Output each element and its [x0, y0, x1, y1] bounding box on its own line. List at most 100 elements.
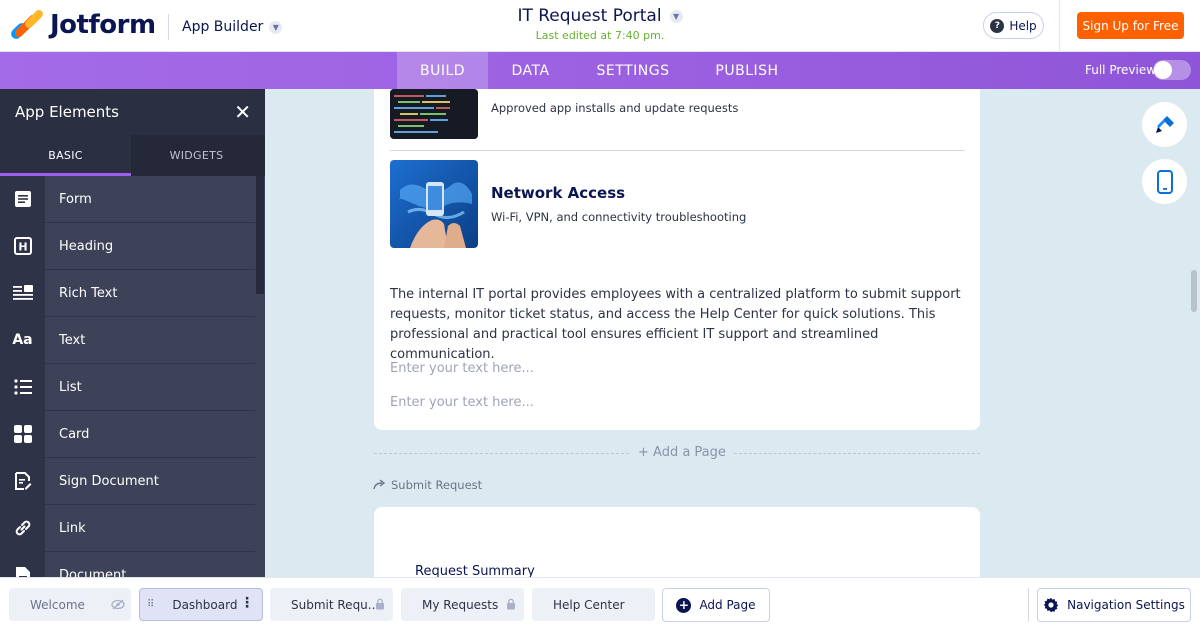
app-builder-dropdown[interactable]: App Builder ▼	[182, 19, 283, 35]
lock-icon	[507, 598, 515, 610]
paint-roller-icon	[1155, 115, 1174, 133]
panel-tabs: BASIC WIDGETS	[0, 135, 265, 176]
page-tab-welcome[interactable]: Welcome	[9, 588, 131, 621]
element-label: Rich Text	[45, 270, 265, 316]
network-access-thumbnail	[390, 160, 478, 248]
sign-up-button[interactable]: Sign Up for Free	[1077, 12, 1184, 39]
chevron-down-icon: ▼	[269, 20, 283, 34]
network-access-title: Network Access	[491, 184, 626, 202]
drag-handle-icon[interactable]: ⠿	[147, 599, 154, 610]
logo-text: Jotform	[50, 10, 156, 40]
text-placeholder[interactable]: Enter your text here...	[390, 395, 534, 410]
element-label: List	[45, 364, 265, 410]
page-tab-submit-request[interactable]: Submit Requ...	[270, 588, 393, 621]
add-a-page-divider[interactable]: + Add a Page	[374, 444, 980, 462]
rich-text-icon	[0, 270, 45, 316]
chevron-down-icon: ▼	[669, 9, 683, 23]
software-installation-thumbnail	[390, 89, 478, 139]
header-divider	[168, 14, 169, 40]
element-label: Sign Document	[45, 458, 265, 504]
lock-icon	[376, 598, 384, 610]
element-card[interactable]: Card	[0, 411, 265, 458]
pages-bar: Welcome ⠿ Dashboard ⋮ Submit Requ... My …	[0, 577, 1200, 627]
tab-settings[interactable]: SETTINGS	[573, 52, 693, 89]
app-elements-panel: App Elements ✕ BASIC WIDGETS Form H Head…	[0, 89, 265, 577]
page-link-label: Submit Request	[391, 478, 483, 492]
navigation-settings-label: Navigation Settings	[1067, 598, 1185, 612]
element-label: Text	[45, 317, 265, 363]
page-tab-label: Submit Requ...	[291, 597, 380, 612]
tab-build[interactable]: BUILD	[397, 52, 488, 89]
hidden-eye-icon	[111, 599, 125, 610]
jotform-logo[interactable]: Jotform	[9, 8, 156, 41]
element-list[interactable]: List	[0, 364, 265, 411]
designer-button[interactable]	[1142, 102, 1187, 147]
list-icon	[0, 364, 45, 410]
page-tab-help-center[interactable]: Help Center	[532, 588, 655, 621]
header-divider	[1059, 0, 1060, 52]
element-rich-text[interactable]: Rich Text	[0, 270, 265, 317]
plus-icon: +	[676, 597, 692, 613]
add-page-label: Add Page	[699, 598, 756, 612]
tab-basic[interactable]: BASIC	[0, 135, 131, 176]
page-tab-dashboard[interactable]: ⠿ Dashboard ⋮	[139, 588, 263, 621]
more-options-icon[interactable]: ⋮	[240, 595, 254, 611]
sign-document-icon	[0, 458, 45, 504]
arrow-right-icon	[373, 479, 386, 490]
element-label: Card	[45, 411, 265, 457]
help-label: Help	[1009, 18, 1037, 33]
page-tab-label: Dashboard	[172, 597, 238, 612]
navigation-settings-button[interactable]: Navigation Settings	[1037, 588, 1191, 622]
page-card-dashboard[interactable]	[374, 89, 980, 430]
text-icon: Aa	[0, 317, 45, 363]
app-builder-label: App Builder	[182, 19, 264, 35]
link-icon	[0, 505, 45, 551]
toggle-knob	[1154, 61, 1172, 79]
element-text[interactable]: Aa Text	[0, 317, 265, 364]
mobile-phone-icon	[1156, 169, 1173, 194]
element-form[interactable]: Form	[0, 176, 265, 223]
builder-tabs-bar: BUILD DATA SETTINGS PUBLISH	[0, 52, 1200, 89]
page-tab-label: Help Center	[553, 597, 625, 612]
top-header: Jotform App Builder ▼ IT Request Portal …	[0, 0, 1200, 52]
panel-scrollbar-thumb[interactable]	[256, 176, 264, 294]
help-icon: ?	[990, 18, 1005, 33]
element-heading[interactable]: H Heading	[0, 223, 265, 270]
element-label: Form	[45, 176, 265, 222]
app-title: IT Request Portal	[517, 6, 662, 26]
heading-icon: H	[0, 223, 45, 269]
page-tab-label: My Requests	[422, 597, 499, 612]
page-tab-my-requests[interactable]: My Requests	[401, 588, 524, 621]
jotform-logo-icon	[9, 8, 45, 41]
text-placeholder[interactable]: Enter your text here...	[390, 361, 534, 376]
page-tab-label: Welcome	[30, 597, 85, 612]
full-preview-label: Full Preview	[1085, 63, 1157, 77]
form-icon	[0, 176, 45, 222]
tab-publish[interactable]: PUBLISH	[693, 52, 801, 89]
svg-text:H: H	[18, 241, 27, 254]
close-icon[interactable]: ✕	[234, 102, 251, 122]
help-button[interactable]: ? Help	[983, 12, 1044, 39]
panel-title: App Elements	[15, 103, 119, 121]
element-sign-document[interactable]: Sign Document	[0, 458, 265, 505]
element-link[interactable]: Link	[0, 505, 265, 552]
intro-paragraph[interactable]: The internal IT portal provides employee…	[390, 285, 970, 365]
element-label: Document	[45, 552, 265, 577]
app-title-dropdown[interactable]: IT Request Portal ▼	[517, 6, 683, 26]
card-icon	[0, 411, 45, 457]
element-label: Link	[45, 505, 265, 551]
network-access-description: Wi-Fi, VPN, and connectivity troubleshoo…	[491, 210, 747, 224]
page-link-submit-request[interactable]: Submit Request	[373, 478, 482, 492]
list-divider	[390, 150, 965, 151]
tab-widgets[interactable]: WIDGETS	[131, 135, 262, 176]
add-page-button[interactable]: + Add Page	[662, 588, 770, 622]
element-document[interactable]: Document	[0, 552, 265, 577]
software-installation-description: Approved app installs and update request…	[491, 101, 739, 115]
mobile-preview-button[interactable]	[1142, 159, 1187, 204]
tab-data[interactable]: DATA	[488, 52, 573, 89]
panel-header: App Elements ✕	[0, 89, 265, 135]
dashed-line	[734, 453, 980, 454]
element-label: Heading	[45, 223, 265, 269]
canvas-scrollbar-thumb[interactable]	[1191, 270, 1197, 312]
full-preview-toggle[interactable]	[1153, 60, 1191, 80]
